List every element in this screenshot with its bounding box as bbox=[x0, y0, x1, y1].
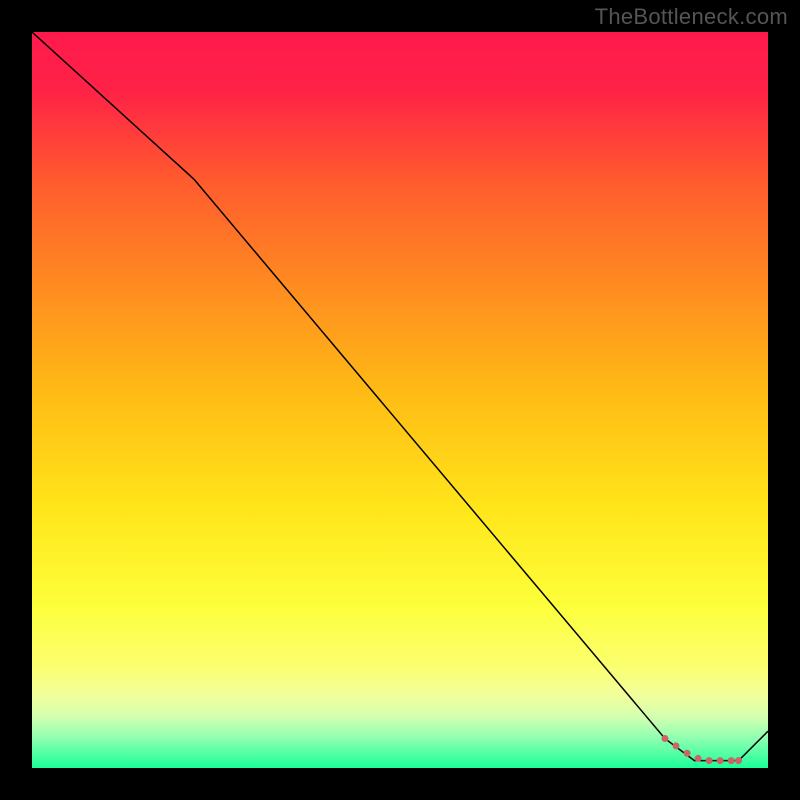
marker-dot bbox=[735, 757, 742, 764]
curve-line bbox=[32, 32, 768, 761]
chart-stage: TheBottleneck.com bbox=[0, 0, 800, 800]
marker-dot bbox=[673, 742, 680, 749]
plot-area bbox=[32, 32, 768, 768]
marker-dot bbox=[717, 757, 724, 764]
marker-group bbox=[661, 735, 742, 764]
marker-dot bbox=[661, 735, 668, 742]
marker-dot bbox=[728, 757, 735, 764]
marker-dot bbox=[695, 755, 702, 762]
marker-dot bbox=[684, 750, 691, 757]
watermark-text: TheBottleneck.com bbox=[595, 4, 788, 30]
marker-dot bbox=[706, 757, 713, 764]
chart-svg bbox=[32, 32, 768, 768]
